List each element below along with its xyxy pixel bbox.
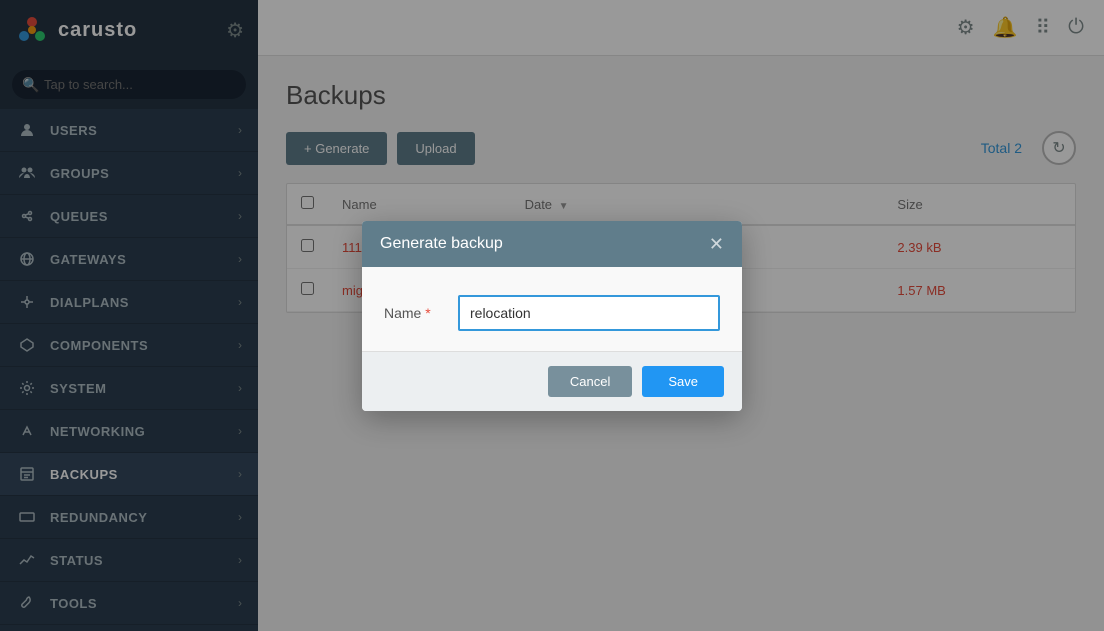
name-form-group: Name * bbox=[384, 295, 720, 331]
modal-header: Generate backup ✕ bbox=[362, 221, 742, 267]
modal-close-button[interactable]: ✕ bbox=[709, 235, 724, 253]
modal-overlay[interactable]: Generate backup ✕ Name * Cancel Save bbox=[0, 0, 1104, 631]
save-button[interactable]: Save bbox=[642, 366, 724, 397]
required-star: * bbox=[421, 305, 430, 321]
name-label: Name * bbox=[384, 305, 444, 321]
modal-footer: Cancel Save bbox=[362, 351, 742, 411]
modal-body: Name * bbox=[362, 267, 742, 351]
generate-backup-modal: Generate backup ✕ Name * Cancel Save bbox=[362, 221, 742, 411]
backup-name-input[interactable] bbox=[458, 295, 720, 331]
name-label-text: Name bbox=[384, 305, 421, 321]
cancel-button[interactable]: Cancel bbox=[548, 366, 632, 397]
modal-title: Generate backup bbox=[380, 235, 503, 253]
